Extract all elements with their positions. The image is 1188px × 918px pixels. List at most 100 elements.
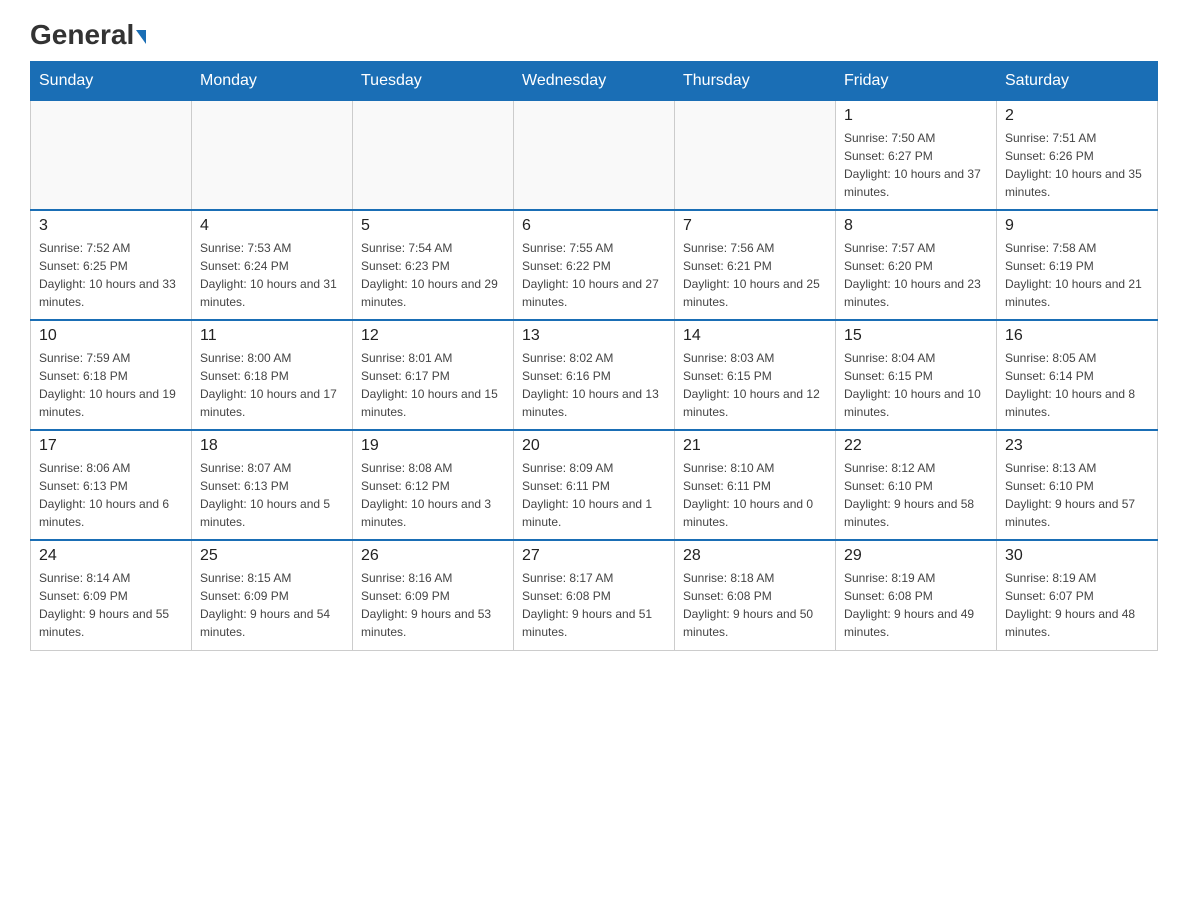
week-row-3: 10 Sunrise: 7:59 AM Sunset: 6:18 PM Dayli…: [31, 320, 1158, 430]
calendar-cell: 11 Sunrise: 8:00 AM Sunset: 6:18 PM Dayli…: [192, 320, 353, 430]
day-number: 14: [683, 327, 827, 345]
day-info: Sunrise: 7:54 AM Sunset: 6:23 PM Dayligh…: [361, 239, 505, 311]
weekday-header-friday: Friday: [836, 61, 997, 100]
day-number: 5: [361, 217, 505, 235]
logo: General: [30, 20, 146, 51]
logo-text: General: [30, 20, 146, 51]
week-row-1: 1 Sunrise: 7:50 AM Sunset: 6:27 PM Daylig…: [31, 100, 1158, 210]
calendar-cell: [353, 100, 514, 210]
day-number: 1: [844, 107, 988, 125]
day-number: 28: [683, 547, 827, 565]
day-number: 29: [844, 547, 988, 565]
calendar-cell: 2Sunrise: 7:51 AM Sunset: 6:26 PM Daylig…: [997, 100, 1158, 210]
calendar-cell: 14 Sunrise: 8:03 AM Sunset: 6:15 PM Dayli…: [675, 320, 836, 430]
day-number: 19: [361, 437, 505, 455]
week-row-5: 24Sunrise: 8:14 AM Sunset: 6:09 PM Dayli…: [31, 540, 1158, 650]
calendar-cell: 29 Sunrise: 8:19 AM Sunset: 6:08 PM Dayli…: [836, 540, 997, 650]
day-number: 27: [522, 547, 666, 565]
day-info: Sunrise: 8:01 AM Sunset: 6:17 PM Dayligh…: [361, 349, 505, 421]
day-number: 30: [1005, 547, 1149, 565]
calendar-cell: [514, 100, 675, 210]
weekday-header-thursday: Thursday: [675, 61, 836, 100]
weekday-header-saturday: Saturday: [997, 61, 1158, 100]
day-info: Sunrise: 7:53 AM Sunset: 6:24 PM Dayligh…: [200, 239, 344, 311]
day-info: Sunrise: 7:59 AM Sunset: 6:18 PM Dayligh…: [39, 349, 183, 421]
day-info: Sunrise: 8:16 AM Sunset: 6:09 PM Dayligh…: [361, 569, 505, 641]
weekday-header-monday: Monday: [192, 61, 353, 100]
day-number: 21: [683, 437, 827, 455]
calendar-cell: 4Sunrise: 7:53 AM Sunset: 6:24 PM Daylig…: [192, 210, 353, 320]
calendar-cell: [192, 100, 353, 210]
calendar-table: SundayMondayTuesdayWednesdayThursdayFrid…: [30, 61, 1158, 651]
calendar-cell: 21Sunrise: 8:10 AM Sunset: 6:11 PM Dayli…: [675, 430, 836, 540]
week-row-2: 3 Sunrise: 7:52 AM Sunset: 6:25 PM Daylig…: [31, 210, 1158, 320]
day-info: Sunrise: 8:15 AM Sunset: 6:09 PM Dayligh…: [200, 569, 344, 641]
day-number: 7: [683, 217, 827, 235]
day-number: 25: [200, 547, 344, 565]
calendar-cell: 25 Sunrise: 8:15 AM Sunset: 6:09 PM Dayli…: [192, 540, 353, 650]
calendar-cell: 24Sunrise: 8:14 AM Sunset: 6:09 PM Dayli…: [31, 540, 192, 650]
day-info: Sunrise: 7:57 AM Sunset: 6:20 PM Dayligh…: [844, 239, 988, 311]
day-number: 16: [1005, 327, 1149, 345]
calendar-cell: 9Sunrise: 7:58 AM Sunset: 6:19 PM Daylig…: [997, 210, 1158, 320]
day-info: Sunrise: 8:09 AM Sunset: 6:11 PM Dayligh…: [522, 459, 666, 531]
day-info: Sunrise: 8:13 AM Sunset: 6:10 PM Dayligh…: [1005, 459, 1149, 531]
calendar-cell: 18 Sunrise: 8:07 AM Sunset: 6:13 PM Dayli…: [192, 430, 353, 540]
day-number: 24: [39, 547, 183, 565]
day-info: Sunrise: 8:17 AM Sunset: 6:08 PM Dayligh…: [522, 569, 666, 641]
calendar-cell: 8 Sunrise: 7:57 AM Sunset: 6:20 PM Daylig…: [836, 210, 997, 320]
day-number: 15: [844, 327, 988, 345]
calendar-cell: 1 Sunrise: 7:50 AM Sunset: 6:27 PM Daylig…: [836, 100, 997, 210]
calendar-cell: 27 Sunrise: 8:17 AM Sunset: 6:08 PM Dayli…: [514, 540, 675, 650]
weekday-header-wednesday: Wednesday: [514, 61, 675, 100]
day-info: Sunrise: 8:18 AM Sunset: 6:08 PM Dayligh…: [683, 569, 827, 641]
header: General: [30, 20, 1158, 51]
calendar-cell: 5 Sunrise: 7:54 AM Sunset: 6:23 PM Daylig…: [353, 210, 514, 320]
weekday-header-row: SundayMondayTuesdayWednesdayThursdayFrid…: [31, 61, 1158, 100]
day-info: Sunrise: 7:52 AM Sunset: 6:25 PM Dayligh…: [39, 239, 183, 311]
day-info: Sunrise: 8:03 AM Sunset: 6:15 PM Dayligh…: [683, 349, 827, 421]
calendar-cell: 7 Sunrise: 7:56 AM Sunset: 6:21 PM Daylig…: [675, 210, 836, 320]
day-info: Sunrise: 7:55 AM Sunset: 6:22 PM Dayligh…: [522, 239, 666, 311]
calendar-cell: 6Sunrise: 7:55 AM Sunset: 6:22 PM Daylig…: [514, 210, 675, 320]
day-info: Sunrise: 8:19 AM Sunset: 6:07 PM Dayligh…: [1005, 569, 1149, 641]
calendar-cell: 15 Sunrise: 8:04 AM Sunset: 6:15 PM Dayli…: [836, 320, 997, 430]
calendar-cell: 20 Sunrise: 8:09 AM Sunset: 6:11 PM Dayli…: [514, 430, 675, 540]
day-number: 12: [361, 327, 505, 345]
calendar-cell: 19 Sunrise: 8:08 AM Sunset: 6:12 PM Dayli…: [353, 430, 514, 540]
week-row-4: 17Sunrise: 8:06 AM Sunset: 6:13 PM Dayli…: [31, 430, 1158, 540]
calendar-cell: 13 Sunrise: 8:02 AM Sunset: 6:16 PM Dayli…: [514, 320, 675, 430]
day-info: Sunrise: 8:00 AM Sunset: 6:18 PM Dayligh…: [200, 349, 344, 421]
calendar-cell: 3 Sunrise: 7:52 AM Sunset: 6:25 PM Daylig…: [31, 210, 192, 320]
calendar-cell: 30 Sunrise: 8:19 AM Sunset: 6:07 PM Dayli…: [997, 540, 1158, 650]
day-number: 8: [844, 217, 988, 235]
calendar-cell: 16 Sunrise: 8:05 AM Sunset: 6:14 PM Dayli…: [997, 320, 1158, 430]
calendar-cell: 23Sunrise: 8:13 AM Sunset: 6:10 PM Dayli…: [997, 430, 1158, 540]
day-number: 17: [39, 437, 183, 455]
day-info: Sunrise: 7:50 AM Sunset: 6:27 PM Dayligh…: [844, 129, 988, 201]
day-number: 20: [522, 437, 666, 455]
day-info: Sunrise: 8:05 AM Sunset: 6:14 PM Dayligh…: [1005, 349, 1149, 421]
calendar-cell: 12 Sunrise: 8:01 AM Sunset: 6:17 PM Dayli…: [353, 320, 514, 430]
day-info: Sunrise: 7:56 AM Sunset: 6:21 PM Dayligh…: [683, 239, 827, 311]
day-number: 18: [200, 437, 344, 455]
day-info: Sunrise: 8:12 AM Sunset: 6:10 PM Dayligh…: [844, 459, 988, 531]
calendar-cell: 22 Sunrise: 8:12 AM Sunset: 6:10 PM Dayli…: [836, 430, 997, 540]
day-number: 22: [844, 437, 988, 455]
calendar-cell: 26Sunrise: 8:16 AM Sunset: 6:09 PM Dayli…: [353, 540, 514, 650]
day-number: 10: [39, 327, 183, 345]
day-number: 13: [522, 327, 666, 345]
day-number: 3: [39, 217, 183, 235]
day-info: Sunrise: 7:51 AM Sunset: 6:26 PM Dayligh…: [1005, 129, 1149, 201]
weekday-header-sunday: Sunday: [31, 61, 192, 100]
day-info: Sunrise: 7:58 AM Sunset: 6:19 PM Dayligh…: [1005, 239, 1149, 311]
day-info: Sunrise: 8:07 AM Sunset: 6:13 PM Dayligh…: [200, 459, 344, 531]
day-info: Sunrise: 8:04 AM Sunset: 6:15 PM Dayligh…: [844, 349, 988, 421]
day-info: Sunrise: 8:19 AM Sunset: 6:08 PM Dayligh…: [844, 569, 988, 641]
day-info: Sunrise: 8:02 AM Sunset: 6:16 PM Dayligh…: [522, 349, 666, 421]
calendar-cell: 10 Sunrise: 7:59 AM Sunset: 6:18 PM Dayli…: [31, 320, 192, 430]
day-info: Sunrise: 8:08 AM Sunset: 6:12 PM Dayligh…: [361, 459, 505, 531]
calendar-cell: [31, 100, 192, 210]
day-number: 11: [200, 327, 344, 345]
calendar-cell: 28 Sunrise: 8:18 AM Sunset: 6:08 PM Dayli…: [675, 540, 836, 650]
